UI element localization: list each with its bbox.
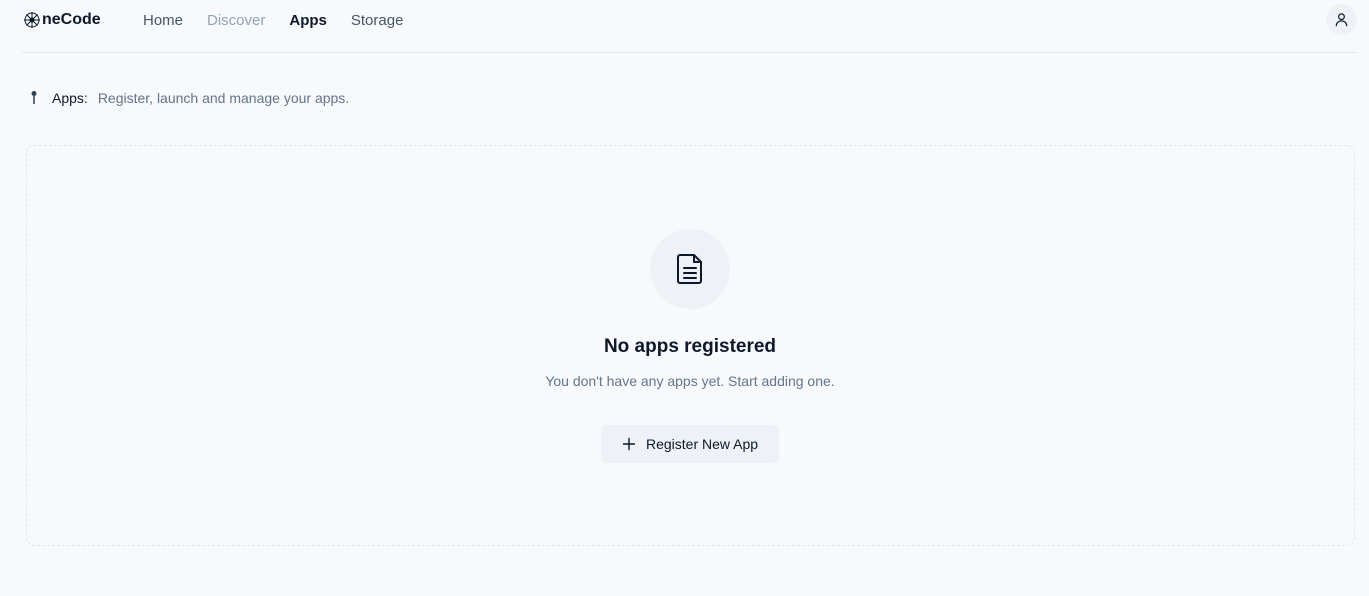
user-icon	[1335, 13, 1348, 27]
empty-state-title: No apps registered	[603, 336, 777, 357]
register-new-app-label: Register New App	[645, 436, 759, 452]
document-icon	[677, 254, 702, 284]
empty-state-subtitle: You don't have any apps yet. Start addin…	[545, 373, 835, 389]
nav-storage[interactable]: Storage	[351, 12, 404, 29]
empty-state-icon-container	[650, 229, 730, 309]
brand-name: neCode	[42, 11, 101, 28]
nav-apps[interactable]: Apps	[289, 12, 327, 29]
logo-icon	[24, 12, 40, 28]
plus-icon	[622, 437, 636, 451]
pin-icon	[31, 91, 37, 104]
nav-home[interactable]: Home	[143, 12, 183, 29]
page-header: Apps: Register, launch and manage your a…	[30, 88, 349, 108]
brand-logo[interactable]: neCode	[22, 8, 101, 32]
user-menu-button[interactable]	[1326, 4, 1357, 35]
page-description: Register, launch and manage your apps.	[97, 90, 350, 106]
main-nav: Home Discover Apps Storage	[143, 8, 403, 32]
top-navigation-bar: neCode Home Discover Apps Storage	[22, 0, 1357, 53]
nav-discover[interactable]: Discover	[207, 12, 265, 29]
page-title: Apps:	[52, 90, 88, 106]
register-new-app-button[interactable]: Register New App	[601, 425, 779, 463]
